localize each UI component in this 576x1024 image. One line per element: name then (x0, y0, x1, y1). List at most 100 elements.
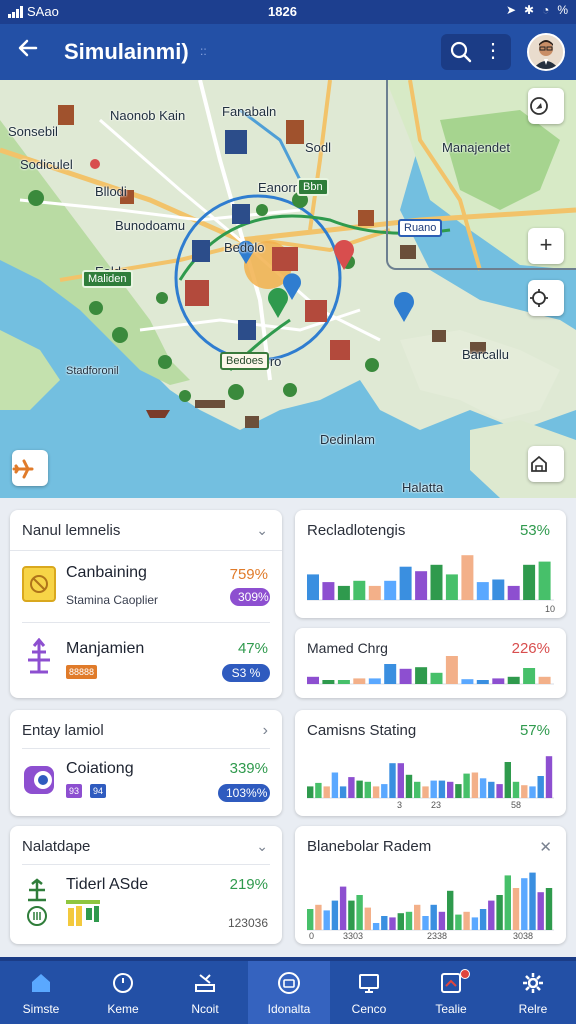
chart-bar[interactable] (492, 678, 505, 684)
chart-bar[interactable] (399, 668, 412, 684)
chart-bar[interactable] (504, 875, 511, 930)
nav-item-tealie[interactable]: Tealie (410, 961, 492, 1024)
chart-bar[interactable] (445, 656, 458, 684)
chart-bar[interactable] (331, 900, 339, 930)
nav-item-ncoit[interactable]: Ncoit (164, 961, 246, 1024)
chart-bar[interactable] (397, 913, 404, 930)
chart-bar[interactable] (463, 773, 470, 798)
chart-bar[interactable] (322, 582, 335, 600)
chart-bar[interactable] (537, 892, 544, 930)
chart-bar[interactable] (307, 574, 319, 600)
map-view[interactable]: Naonob Kain Fanabaln Sonsebil Sodl Manaj… (0, 80, 576, 498)
chart-bar[interactable] (496, 784, 503, 798)
chart-bar[interactable] (430, 672, 443, 684)
chart-bar[interactable] (323, 910, 330, 930)
chart-bar[interactable] (463, 911, 470, 930)
chart-bar[interactable] (545, 888, 553, 930)
chart-bar[interactable] (322, 680, 335, 684)
chart-bar[interactable] (512, 781, 520, 798)
chevron-down-icon[interactable]: ⌄ (256, 838, 268, 855)
chart-bar[interactable] (455, 914, 462, 930)
chart-bar[interactable] (337, 680, 350, 684)
chart-bar[interactable] (430, 564, 443, 600)
chart-card-2[interactable]: Mamed Chrg 226% (295, 628, 566, 698)
chart-bar[interactable] (372, 786, 380, 798)
chart-bar[interactable] (415, 571, 428, 600)
chart-bar[interactable] (307, 909, 314, 930)
map-badge[interactable]: Ruano (398, 219, 443, 237)
chart-bar[interactable] (405, 911, 413, 930)
chart-bar[interactable] (353, 580, 366, 600)
layers-icon[interactable] (528, 446, 564, 482)
chart-bar[interactable] (496, 895, 503, 930)
chart-bar[interactable] (521, 785, 528, 798)
more-vertical-icon[interactable]: ⋮ (481, 38, 505, 66)
chart-bar[interactable] (339, 786, 347, 798)
chart-bar[interactable] (372, 923, 380, 930)
nav-item-relre[interactable]: Relre (492, 961, 574, 1024)
chart-bar[interactable] (430, 904, 437, 930)
chart-bar[interactable] (381, 784, 388, 798)
map-badge[interactable]: Bbn (297, 178, 329, 196)
search-icon[interactable] (447, 38, 475, 66)
chart-bar[interactable] (331, 772, 339, 799)
plane-icon[interactable] (12, 450, 48, 486)
map-badge[interactable]: Bedoes (220, 352, 270, 370)
chart-bar[interactable] (384, 580, 397, 600)
chart-bar[interactable] (430, 780, 437, 798)
chevron-down-icon[interactable]: ⌄ (256, 522, 268, 539)
chart-bar[interactable] (315, 782, 322, 798)
chart-bar[interactable] (529, 872, 536, 930)
chart-bar[interactable] (507, 676, 520, 684)
chart-bar[interactable] (364, 781, 371, 798)
chart-bar[interactable] (339, 886, 347, 930)
avatar[interactable] (527, 33, 565, 71)
chart-bar[interactable] (545, 756, 553, 798)
nav-item-idonalta[interactable]: Idonalta (248, 961, 330, 1024)
chart-bar[interactable] (529, 786, 536, 798)
chart-bar[interactable] (389, 917, 396, 930)
chart-bar[interactable] (521, 878, 528, 930)
chart-bar[interactable] (307, 786, 314, 798)
chart-bar[interactable] (397, 763, 404, 798)
chart-bar[interactable] (415, 667, 428, 684)
chart-bar[interactable] (455, 784, 462, 798)
nav-item-keme[interactable]: Keme (82, 961, 164, 1024)
nav-item-home[interactable]: Simste (0, 961, 82, 1024)
chart-bar[interactable] (348, 777, 355, 798)
chart-bar[interactable] (381, 916, 388, 930)
chart-bar[interactable] (405, 774, 413, 798)
chart-bar[interactable] (353, 678, 366, 684)
chart-bar[interactable] (368, 678, 381, 684)
chart-bar[interactable] (479, 778, 487, 798)
chart-bar[interactable] (356, 895, 363, 930)
chart-bar[interactable] (471, 772, 479, 799)
locate-icon[interactable] (528, 280, 564, 316)
chart-bar[interactable] (447, 890, 454, 930)
chart-bar[interactable] (523, 668, 536, 684)
chart-bar[interactable] (461, 679, 474, 684)
chart-bar[interactable] (476, 582, 489, 600)
back-arrow-icon[interactable] (14, 36, 42, 66)
compass-icon[interactable] (528, 88, 564, 124)
chart-bar[interactable] (488, 781, 495, 798)
chart-bar[interactable] (422, 786, 429, 798)
chart-bar[interactable] (538, 561, 551, 600)
map-badge[interactable]: Maliden (82, 270, 133, 288)
chevron-right-icon[interactable]: › (263, 722, 268, 740)
chart-bar[interactable] (389, 763, 396, 798)
chart-card-3[interactable]: Camisns Stating 57% 3 23 58 (295, 710, 566, 816)
chart-bar[interactable] (348, 900, 355, 930)
chart-bar[interactable] (479, 909, 487, 930)
chart-bar[interactable] (356, 780, 363, 798)
chart-bar[interactable] (445, 574, 458, 600)
chart-card-1[interactable]: Recladlotengis 53% 10 (295, 510, 566, 618)
chart-bar[interactable] (422, 916, 429, 930)
chart-bar[interactable] (438, 911, 446, 930)
chart-bar[interactable] (461, 555, 474, 600)
nav-item-cenco[interactable]: Cenco (328, 961, 410, 1024)
chart-bar[interactable] (488, 900, 495, 930)
chart-bar[interactable] (476, 680, 489, 684)
chart-bar[interactable] (307, 676, 319, 684)
chart-bar[interactable] (438, 780, 446, 798)
